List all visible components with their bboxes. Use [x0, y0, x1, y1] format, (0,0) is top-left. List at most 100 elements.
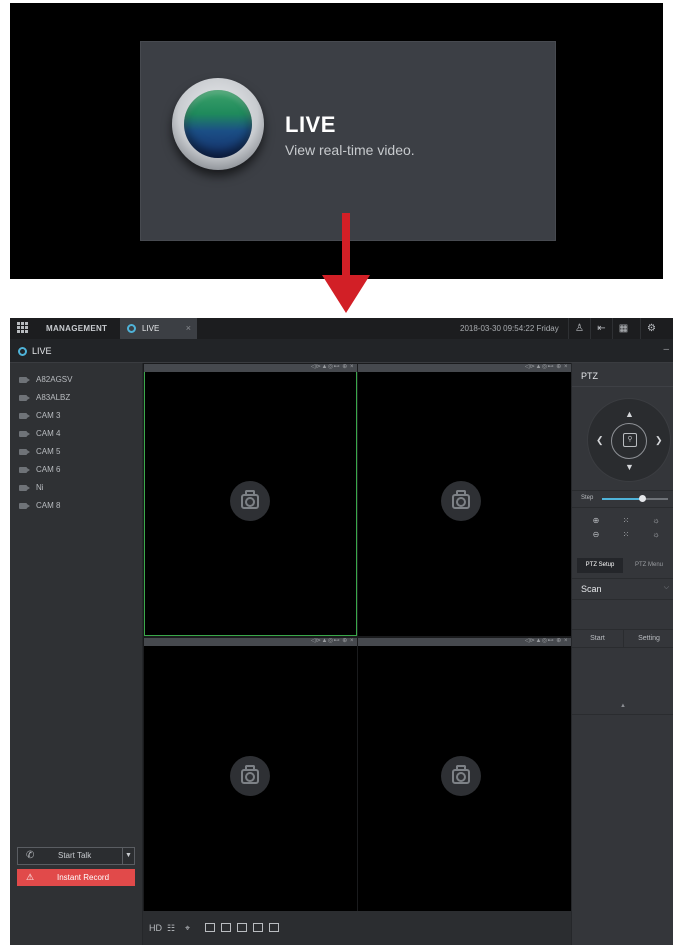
layout-4-icon[interactable]: [237, 923, 247, 932]
video-tile[interactable]: ◁⊳▲◎⊷ ⊕ ×: [358, 364, 571, 636]
user-icon[interactable]: ♙: [568, 318, 590, 339]
video-camera-icon: [19, 413, 30, 419]
ptz-tabs: PTZ Setup PTZ Menu: [572, 558, 673, 576]
video-camera-icon: [19, 449, 30, 455]
tile-controls[interactable]: ◁⊳▲◎⊷ ⊕ ×: [311, 637, 354, 644]
camera-list-item[interactable]: CAM 5: [19, 445, 60, 459]
fullscreen-icon[interactable]: ⌖: [185, 922, 190, 934]
camera-list-item[interactable]: CAM 4: [19, 427, 60, 441]
hd-button[interactable]: HD: [149, 922, 162, 934]
camera-list-item[interactable]: CAM 3: [19, 409, 60, 423]
step-slider[interactable]: [602, 495, 668, 502]
step-label: Step: [581, 495, 594, 501]
camera-name: A82AGSV: [36, 375, 73, 384]
focus-far-icon[interactable]: ⁙: [611, 528, 641, 542]
minimize-button[interactable]: –: [663, 339, 669, 361]
instant-record-label: Instant Record: [57, 873, 110, 882]
joystick-center-icon[interactable]: ⚲: [623, 433, 637, 447]
camera-placeholder-icon: [230, 481, 270, 521]
camera-name: CAM 6: [36, 465, 61, 474]
iris-close-icon[interactable]: ☼: [641, 528, 671, 542]
tab-live-label: LIVE: [142, 324, 160, 333]
focus-near-icon[interactable]: ⁙: [611, 514, 641, 528]
tab-live[interactable]: LIVE ×: [120, 318, 197, 339]
camera-name: CAM 4: [36, 429, 61, 438]
step-slider-fill: [602, 498, 642, 500]
settings-icon[interactable]: ⚙: [640, 318, 662, 339]
camera-list-item[interactable]: Ni: [19, 481, 44, 495]
talk-dropdown-icon[interactable]: ▼: [122, 848, 134, 864]
tile-controls[interactable]: ◁⊳▲◎⊷ ⊕ ×: [311, 363, 354, 370]
apps-grid-icon[interactable]: [17, 322, 29, 334]
layout-6-icon[interactable]: [253, 923, 263, 932]
ptz-start-button[interactable]: Start: [572, 630, 624, 648]
ptz-mode-select[interactable]: Scan ⌵: [572, 578, 673, 600]
layout-icon[interactable]: ▦: [612, 318, 634, 339]
layout-8-icon[interactable]: [269, 923, 279, 932]
datetime-display: 2018-03-30 09:54:22 Friday: [460, 324, 559, 333]
camera-list-item[interactable]: CAM 8: [19, 499, 60, 513]
page-title: LIVE: [32, 346, 52, 356]
tab-ptz-menu[interactable]: PTZ Menu: [626, 558, 672, 573]
video-camera-icon: [19, 503, 30, 509]
tab-management[interactable]: MANAGEMENT: [36, 318, 118, 339]
camera-placeholder-icon: [441, 481, 481, 521]
camera-placeholder-icon: [230, 756, 270, 796]
divider: [572, 386, 673, 387]
start-talk-label: Start Talk: [58, 851, 92, 860]
camera-list-item[interactable]: A83ALBZ: [19, 391, 70, 405]
video-camera-icon: [19, 377, 30, 383]
instant-record-button[interactable]: ⚠ Instant Record: [17, 869, 135, 886]
warning-icon: ⚠: [26, 872, 35, 882]
collapse-up-icon[interactable]: ▲: [572, 697, 673, 715]
tile-header-bar: ◁⊳▲◎⊷ ⊕ ×: [358, 638, 571, 646]
step-slider-handle[interactable]: [638, 495, 646, 502]
video-tile[interactable]: ◁⊳▲◎⊷ ⊕ ×: [144, 638, 357, 911]
video-grid: ◁⊳▲◎⊷ ⊕ × ◁⊳▲◎⊷ ⊕ × ◁⊳▲◎⊷ ⊕ × ◁⊳▲◎⊷ ⊕ ×: [143, 363, 571, 911]
layout-1-icon[interactable]: [221, 923, 231, 932]
zoom-out-icon[interactable]: ⊖: [581, 528, 611, 542]
video-tile[interactable]: ◁⊳▲◎⊷ ⊕ ×: [144, 364, 357, 636]
live-dot-icon: [127, 324, 136, 333]
camera-list-item[interactable]: A82AGSV: [19, 373, 72, 387]
live-promo-card[interactable]: LIVE View real-time video.: [140, 41, 556, 241]
live-dot-icon: [18, 347, 27, 356]
top-bar: MANAGEMENT LIVE × 2018-03-30 09:54:22 Fr…: [10, 318, 673, 339]
pan-up-icon[interactable]: ▲: [625, 409, 634, 419]
iris-open-icon[interactable]: ☼: [641, 514, 671, 528]
tab-ptz-setup[interactable]: PTZ Setup: [577, 558, 623, 573]
tile-controls[interactable]: ◁⊳▲◎⊷ ⊕ ×: [525, 363, 568, 370]
logout-icon[interactable]: ⇤: [590, 318, 612, 339]
pan-left-icon[interactable]: ❮: [596, 435, 604, 446]
camera-name: CAM 5: [36, 447, 61, 456]
view-toolbar: HD ☷ ⌖: [143, 911, 571, 945]
ptz-action-buttons: Start Setting: [572, 629, 673, 648]
start-talk-button[interactable]: ✆ Start Talk ▼: [17, 847, 135, 865]
close-tab-icon[interactable]: ×: [186, 318, 191, 339]
layout-wide-icon[interactable]: [205, 923, 215, 932]
pan-down-icon[interactable]: ▼: [625, 462, 634, 472]
pan-right-icon[interactable]: ❯: [655, 435, 663, 446]
live-orb-inner: [184, 90, 252, 158]
promo-title: LIVE: [285, 112, 336, 137]
video-camera-icon: [19, 467, 30, 473]
tile-header-bar: ◁⊳▲◎⊷ ⊕ ×: [358, 364, 571, 372]
ptz-setting-button[interactable]: Setting: [624, 630, 673, 648]
camera-list-item[interactable]: CAM 6: [19, 463, 60, 477]
camera-name: CAM 3: [36, 411, 61, 420]
stream-icon[interactable]: ☷: [167, 922, 175, 934]
video-tile[interactable]: ◁⊳▲◎⊷ ⊕ ×: [358, 638, 571, 911]
zoom-in-icon[interactable]: ⊕: [581, 514, 611, 528]
video-camera-icon: [19, 431, 30, 437]
tile-header-bar: ◁⊳▲◎⊷ ⊕ ×: [144, 638, 357, 646]
ptz-title: PTZ: [581, 371, 598, 381]
live-orb-icon: [172, 78, 264, 170]
ptz-zoom-focus-grid: ⊕ ⁙ ☼ ⊖ ⁙ ☼: [581, 514, 671, 542]
ptz-joystick[interactable]: ⚲ ▲ ▼ ❮ ❯: [587, 398, 671, 482]
screenshot-stage: LIVE View real-time video. MANAGEMENT LI…: [0, 0, 673, 945]
phone-icon: ✆: [26, 850, 35, 861]
camera-placeholder-icon: [441, 756, 481, 796]
tile-controls[interactable]: ◁⊳▲◎⊷ ⊕ ×: [525, 637, 568, 644]
video-camera-icon: [19, 395, 30, 401]
camera-name: A83ALBZ: [36, 393, 71, 402]
